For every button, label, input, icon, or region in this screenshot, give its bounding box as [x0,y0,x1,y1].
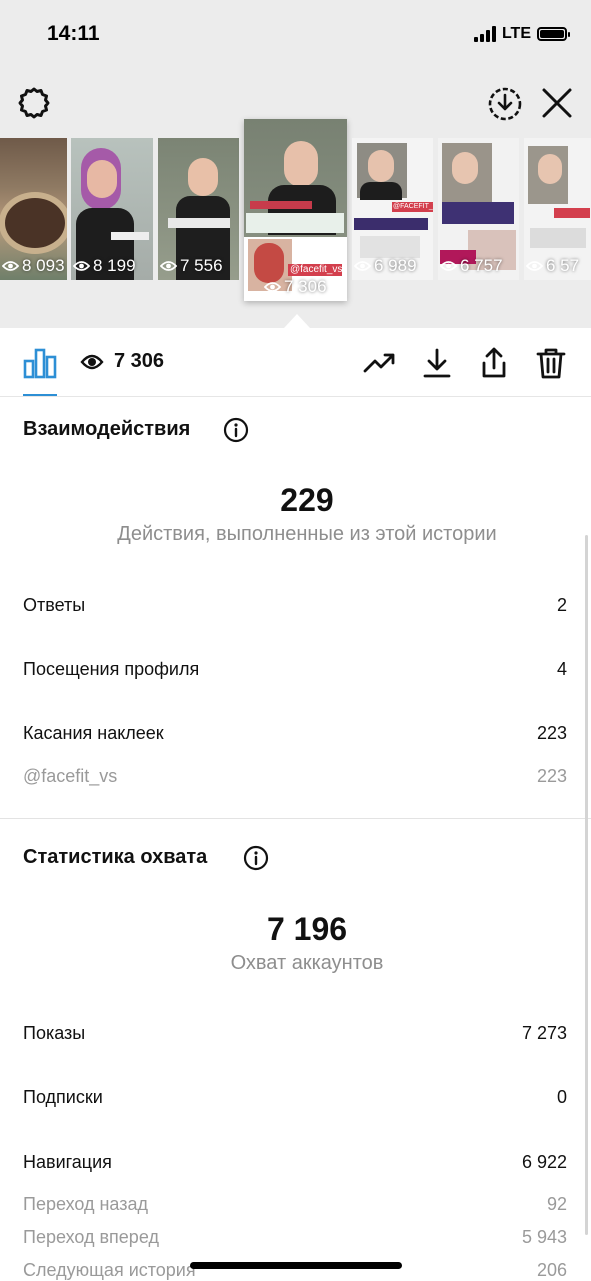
share-icon[interactable] [477,346,511,380]
network-label: LTE [501,25,531,42]
reach-total: 7 196 [266,911,348,947]
eye-icon [73,261,90,271]
follows-label: Подписки [23,1087,103,1107]
sticker-taps-label: Касания наклеек [23,723,164,743]
profile-visits-value: 4 [556,659,567,679]
eye-icon [354,261,371,271]
impressions-value: 7 273 [521,1023,567,1043]
mention-sticker: @FACEFIT_VS [392,202,433,212]
thumbnail-views: 6 989 [374,256,417,275]
story-thumbnail[interactable]: @FACEFIT_VS 6 989 [352,138,433,280]
back-label: Переход назад [23,1194,149,1214]
eye-icon [160,261,177,271]
forward-value: 5 943 [521,1227,567,1247]
trend-icon[interactable] [362,346,396,380]
section-divider [0,818,591,819]
next-story-value: 206 [536,1260,567,1280]
gear-icon[interactable] [17,86,51,120]
chart-icon[interactable] [23,347,57,379]
replies-label: Ответы [23,595,86,615]
interactions-title: Взаимодействия [23,418,191,440]
profile-visits-label: Посещения профиля [23,659,200,679]
home-indicator[interactable] [190,1262,402,1269]
story-thumbnail[interactable]: 8 199 [71,138,153,280]
next-story-label: Следующая история [23,1260,196,1280]
selected-story-pointer [284,314,310,328]
close-icon[interactable] [540,86,574,120]
reach-title: Статистика охвата [23,846,208,868]
interactions-caption: Действия, выполненные из этой истории [117,523,497,545]
scrollbar[interactable] [585,535,588,1235]
impressions-label: Показы [23,1023,86,1043]
mention-sticker-label: @facefit_vs [23,766,118,786]
mention-sticker: @facefit_vs [288,264,342,276]
navigation-label: Навигация [23,1152,112,1172]
info-icon[interactable] [223,417,249,443]
info-icon[interactable] [243,845,269,871]
eye-icon [264,282,281,292]
story-thumbnail[interactable]: 6 57 [524,138,591,280]
eye-icon [2,261,19,271]
back-value: 92 [546,1194,567,1214]
views-count: 7 306 [114,350,165,372]
signal-icon [473,26,496,42]
status-indicators: LTE [473,25,570,43]
navigation-value: 6 922 [521,1152,567,1172]
eye-icon [526,261,543,271]
active-tab-indicator [23,394,57,396]
trash-icon[interactable] [534,346,568,380]
story-thumbnail[interactable]: 6 757 [438,138,519,280]
battery-icon [537,27,570,41]
follows-value: 0 [556,1087,567,1107]
download-story-icon[interactable] [487,86,523,122]
reach-caption: Охват аккаунтов [230,952,384,974]
insights-toolbar: 7 306 [0,328,591,397]
story-thumbnail-selected[interactable]: @facefit_vs 7 306 [244,119,347,301]
story-thumbnail[interactable]: 8 093 [0,138,67,280]
thumbnail-views: 8 093 [22,256,65,275]
thumbnail-views: 8 199 [93,256,136,275]
eye-icon [80,354,104,370]
replies-value: 2 [556,595,567,615]
eye-icon [440,261,457,271]
thumbnail-views: 6 757 [460,256,503,275]
mention-sticker-value: 223 [536,766,567,786]
download-icon[interactable] [420,346,454,380]
story-thumbnail[interactable]: 7 556 [158,138,239,280]
sticker-taps-value: 223 [536,723,567,743]
interactions-total: 229 [280,482,334,518]
thumbnail-views: 6 57 [546,256,580,275]
status-time: 14:11 [47,22,100,45]
thumbnail-views: 7 556 [180,256,223,275]
forward-label: Переход вперед [23,1227,159,1247]
thumbnail-views: 7 306 [284,277,327,296]
